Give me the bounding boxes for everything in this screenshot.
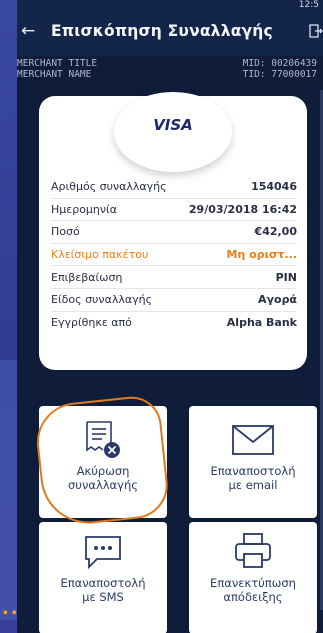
detail-row-approved-by: Εγγρίθηκε από Alpha Bank <box>51 312 297 334</box>
status-time: 12:5 <box>298 0 319 10</box>
detail-row-verification: Επιβεβαίωση PIN <box>51 266 297 289</box>
resend-email-label: Επαναποστολή με email <box>210 464 296 492</box>
receipt-details: Αριθμός συναλλαγής 154046 Ημερομηνία 29/… <box>51 176 297 333</box>
detail-label: Ποσό <box>51 225 80 239</box>
page-title: Επισκόπηση Συναλλαγής <box>51 22 273 40</box>
visa-logo: VISA <box>153 116 193 134</box>
reprint-receipt-label: Επανεκτύπωση απόδειξης <box>210 576 296 604</box>
detail-row-type: Είδος συναλλαγής Αγορά <box>51 289 297 312</box>
resend-sms-label: Επαναποστολή με SMS <box>60 576 146 604</box>
detail-value: €42,00 <box>254 225 297 239</box>
detail-row-transaction-number: Αριθμός συναλλαγής 154046 <box>51 176 297 199</box>
detail-value: 154046 <box>251 180 297 194</box>
resend-email-button[interactable]: Επαναποστολή με email <box>189 406 317 518</box>
detail-label: Ημερομηνία <box>51 202 118 216</box>
merchant-name: MERCHANT NAME <box>17 69 92 80</box>
detail-row-amount: Ποσό €42,00 <box>51 221 297 244</box>
detail-label: Κλείσιμο πακέτου <box>51 248 149 262</box>
phone-screen: 12:5 ← Επισκόπηση Συναλλαγής MERCHANT TI… <box>17 0 323 633</box>
envelope-icon <box>232 425 274 455</box>
detail-label: Αριθμός συναλλαγής <box>51 180 167 194</box>
detail-label: Εγγρίθηκε από <box>51 315 132 329</box>
chat-bubble-icon <box>85 536 121 570</box>
detail-label: Είδος συναλλαγής <box>51 293 153 307</box>
app-bar: 12:5 ← Επισκόπηση Συναλλαγής <box>17 0 323 56</box>
detail-value: 29/03/2018 16:42 <box>188 202 297 216</box>
merchant-title: MERCHANT TITLE <box>17 58 98 69</box>
reprint-receipt-button[interactable]: Επανεκτύπωση απόδειξης <box>189 522 317 633</box>
highlight-annotation <box>32 393 172 529</box>
back-arrow-icon[interactable]: ← <box>21 22 35 40</box>
terminal-tid: TID: 77000017 <box>242 69 317 80</box>
detail-value: Alpha Bank <box>226 315 297 329</box>
printer-icon <box>235 533 271 568</box>
resend-sms-button[interactable]: Επαναποστολή με SMS <box>39 522 167 633</box>
logout-icon[interactable] <box>309 24 323 38</box>
detail-value: Μη οριστ... <box>226 248 297 262</box>
detail-value: Αγορά <box>258 293 297 307</box>
detail-row-date: Ημερομηνία 29/03/2018 16:42 <box>51 199 297 222</box>
detail-row-batch-close: Κλείσιμο πακέτου Μη οριστ... <box>51 244 297 267</box>
card-brand-badge: VISA <box>114 92 232 172</box>
merchant-mid: MID: 00206439 <box>242 58 317 69</box>
merchant-info: MERCHANT TITLE MERCHANT NAME <box>17 58 97 80</box>
terminal-info: MID: 00206439 TID: 77000017 <box>243 58 317 80</box>
detail-value: PIN <box>275 270 297 284</box>
detail-label: Επιβεβαίωση <box>51 270 123 284</box>
